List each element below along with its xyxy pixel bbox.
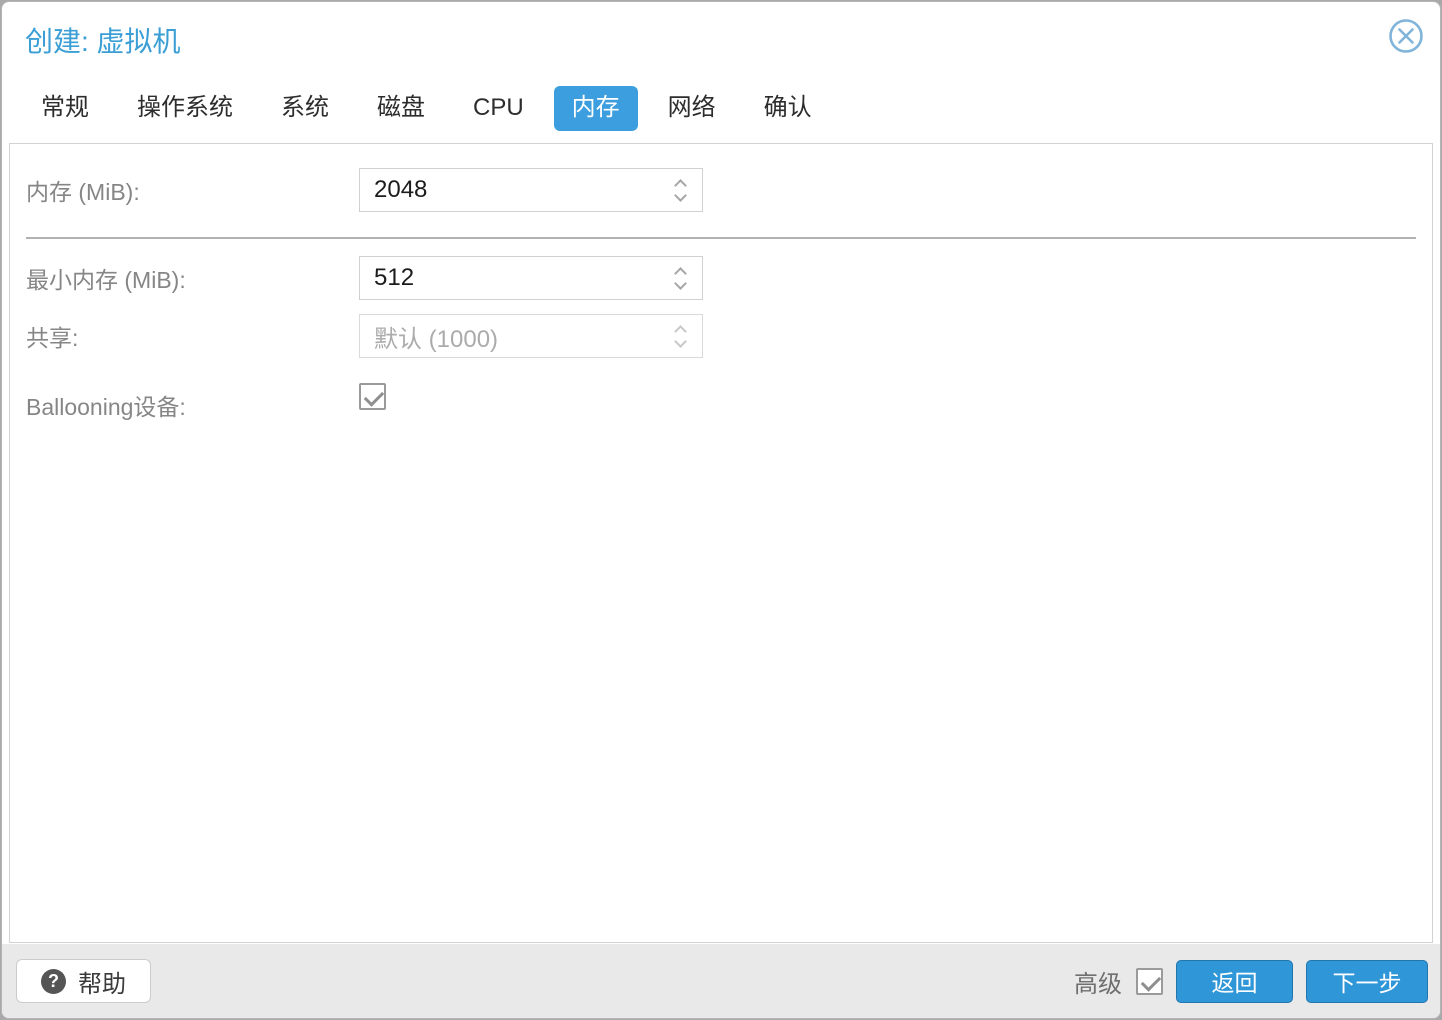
spinner-up-button[interactable] — [673, 266, 689, 276]
chevron-down-icon — [674, 189, 687, 202]
wizard-tab-bar: 常规 操作系统 系统 磁盘 CPU 内存 网络 确认 — [2, 85, 1440, 132]
tab-general[interactable]: 常规 — [23, 86, 107, 130]
tab-disks[interactable]: 磁盘 — [359, 86, 443, 130]
spinner-up-button — [673, 324, 689, 334]
tab-memory[interactable]: 内存 — [554, 86, 638, 130]
close-button[interactable] — [1387, 19, 1425, 57]
shares-input — [360, 315, 702, 357]
ballooning-label: Ballooning设备: — [26, 383, 356, 427]
help-icon: ? — [41, 969, 66, 994]
dialog-footer: ? 帮助 高级 返回 下一步 — [2, 944, 1440, 1018]
memory-label: 内存 (MiB): — [26, 168, 356, 212]
close-icon — [1388, 18, 1424, 59]
tab-cpu[interactable]: CPU — [455, 86, 542, 130]
memory-input[interactable] — [360, 169, 702, 211]
spinner-up-button[interactable] — [673, 178, 689, 188]
section-separator — [26, 237, 1416, 239]
min-memory-spinner-field — [359, 256, 703, 300]
back-button[interactable]: 返回 — [1176, 960, 1293, 1003]
dialog-title: 创建: 虚拟机 — [25, 20, 181, 60]
ballooning-checkbox[interactable] — [359, 383, 386, 410]
help-button[interactable]: ? 帮助 — [16, 959, 151, 1003]
shares-spinner-buttons — [666, 315, 696, 357]
memory-spinner-buttons — [666, 169, 696, 211]
shares-spinner-field — [359, 314, 703, 358]
spinner-down-button[interactable] — [673, 193, 689, 203]
spinner-down-button — [673, 339, 689, 349]
min-memory-input[interactable] — [360, 257, 702, 299]
min-memory-label: 最小内存 (MiB): — [26, 256, 356, 300]
advanced-checkbox[interactable] — [1136, 968, 1163, 995]
create-vm-dialog: 创建: 虚拟机 常规 操作系统 系统 磁盘 CPU 内存 网络 确认 内存 (M… — [1, 1, 1441, 1019]
tab-os[interactable]: 操作系统 — [119, 86, 251, 130]
tab-network[interactable]: 网络 — [650, 86, 734, 130]
memory-spinner-field — [359, 168, 703, 212]
shares-label: 共享: — [26, 314, 356, 358]
advanced-label: 高级 — [1074, 964, 1122, 999]
next-button[interactable]: 下一步 — [1306, 960, 1428, 1003]
min-memory-spinner-buttons — [666, 257, 696, 299]
spinner-down-button[interactable] — [673, 281, 689, 291]
memory-form-panel: 内存 (MiB): 最小内存 (MiB): 共享: Balloo — [9, 143, 1433, 943]
help-button-label: 帮助 — [78, 964, 126, 999]
footer-actions: 高级 返回 下一步 — [1074, 959, 1428, 1003]
tab-confirm[interactable]: 确认 — [746, 86, 830, 130]
chevron-down-icon — [674, 335, 687, 348]
tab-system[interactable]: 系统 — [263, 86, 347, 130]
chevron-down-icon — [674, 277, 687, 290]
